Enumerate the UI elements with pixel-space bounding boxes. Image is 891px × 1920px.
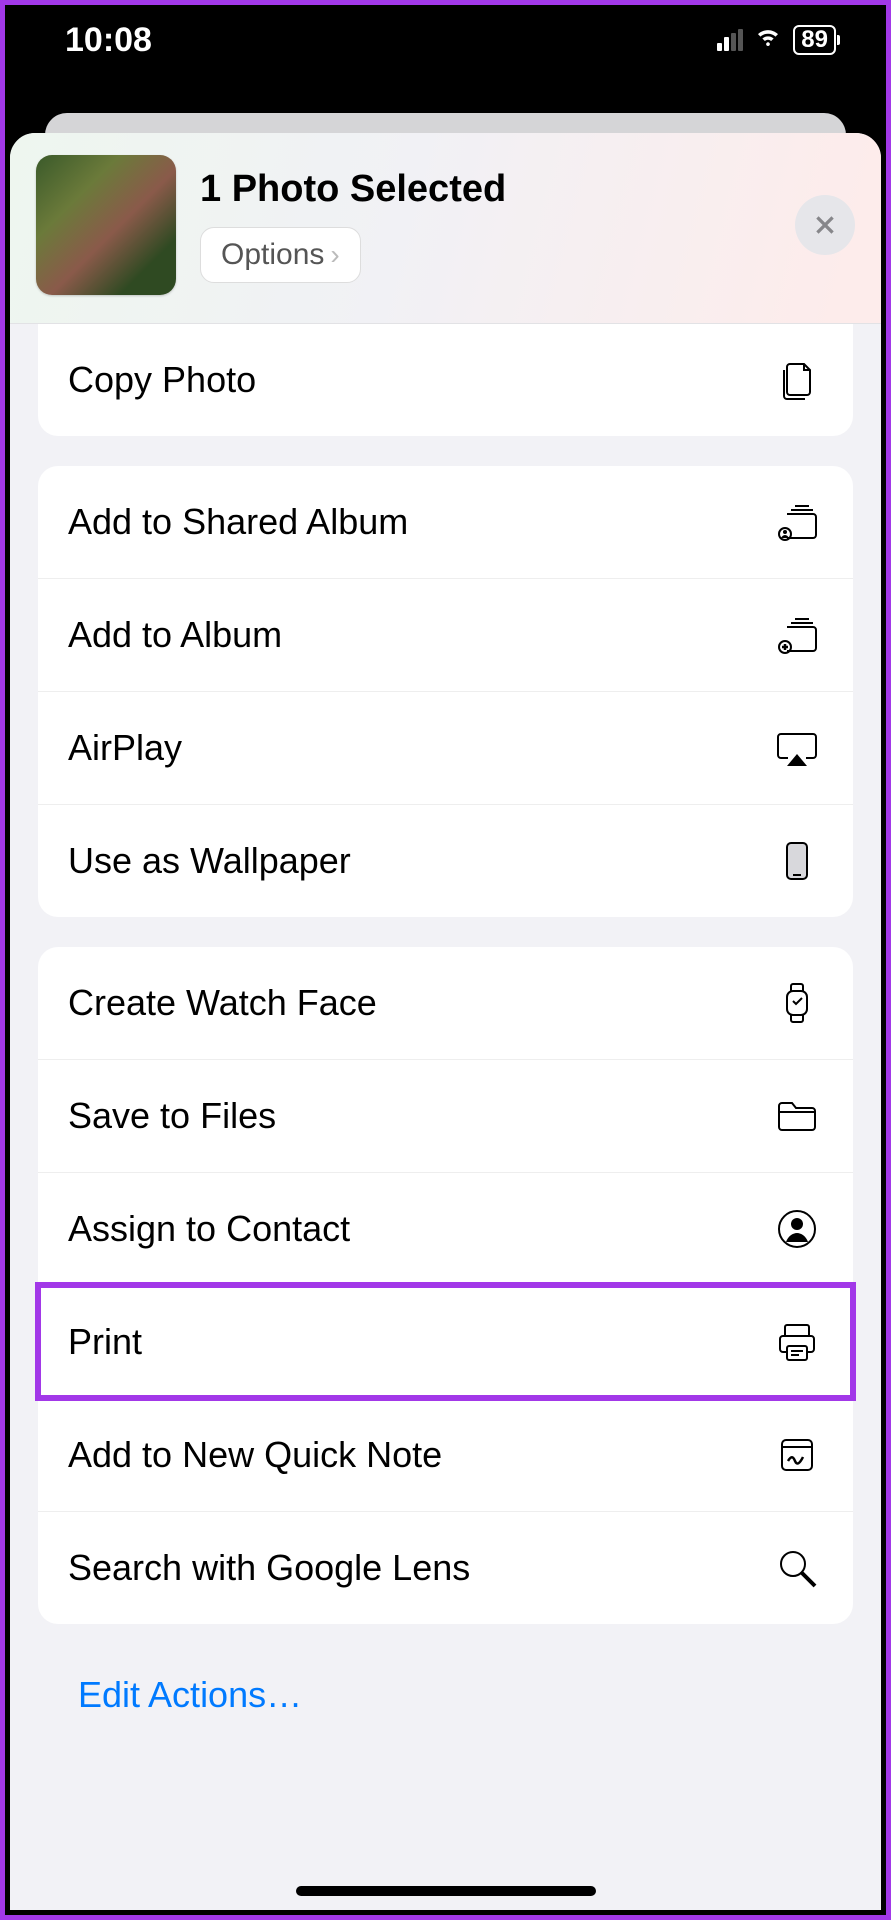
action-google-lens[interactable]: Search with Google Lens xyxy=(38,1511,853,1624)
shared-album-icon xyxy=(771,496,823,548)
action-group: Copy Photo xyxy=(38,324,853,436)
chevron-right-icon: › xyxy=(330,239,339,271)
action-label: Save to Files xyxy=(68,1095,276,1137)
watch-icon xyxy=(771,977,823,1029)
close-button[interactable] xyxy=(795,195,855,255)
search-icon xyxy=(771,1542,823,1594)
quicknote-icon xyxy=(771,1429,823,1481)
action-quick-note[interactable]: Add to New Quick Note xyxy=(38,1398,853,1511)
action-watch-face[interactable]: Create Watch Face xyxy=(38,947,853,1059)
home-indicator[interactable] xyxy=(296,1886,596,1896)
airplay-icon xyxy=(771,722,823,774)
action-label: Create Watch Face xyxy=(68,982,377,1024)
action-label: Add to New Quick Note xyxy=(68,1434,442,1476)
action-group: Create Watch Face Save to Files Assign t… xyxy=(38,947,853,1624)
action-add-shared-album[interactable]: Add to Shared Album xyxy=(38,466,853,578)
action-wallpaper[interactable]: Use as Wallpaper xyxy=(38,804,853,917)
action-label: Search with Google Lens xyxy=(68,1547,470,1589)
edit-actions-link[interactable]: Edit Actions… xyxy=(38,1654,853,1766)
status-bar: 10:08 89 xyxy=(5,5,886,75)
action-copy-photo[interactable]: Copy Photo xyxy=(38,324,853,436)
action-airplay[interactable]: AirPlay xyxy=(38,691,853,804)
action-label: Add to Shared Album xyxy=(68,501,408,543)
action-label: Add to Album xyxy=(68,614,282,656)
action-label: AirPlay xyxy=(68,727,182,769)
battery-indicator: 89 xyxy=(793,25,836,55)
share-sheet-body[interactable]: Copy Photo Add to Shared Album Add to Al… xyxy=(10,324,881,1910)
copy-doc-icon xyxy=(771,354,823,406)
share-sheet: 1 Photo Selected Options › Copy Photo Ad… xyxy=(10,133,881,1910)
cellular-signal-icon xyxy=(717,29,743,51)
action-group: Add to Shared Album Add to Album AirPlay… xyxy=(38,466,853,917)
action-label: Print xyxy=(68,1321,142,1363)
photo-thumbnail[interactable] xyxy=(36,155,176,295)
status-right: 89 xyxy=(717,21,836,60)
action-save-files[interactable]: Save to Files xyxy=(38,1059,853,1172)
close-icon xyxy=(812,212,838,238)
action-label: Assign to Contact xyxy=(68,1208,350,1250)
action-label: Copy Photo xyxy=(68,359,256,401)
options-button[interactable]: Options › xyxy=(200,227,361,283)
action-add-album[interactable]: Add to Album xyxy=(38,578,853,691)
phone-icon xyxy=(771,835,823,887)
wifi-icon xyxy=(753,21,783,60)
status-time: 10:08 xyxy=(65,21,152,60)
add-album-icon xyxy=(771,609,823,661)
printer-icon xyxy=(771,1316,823,1368)
share-sheet-header: 1 Photo Selected Options › xyxy=(10,133,881,324)
share-title: 1 Photo Selected xyxy=(200,168,771,211)
action-print[interactable]: Print xyxy=(38,1285,853,1398)
action-label: Use as Wallpaper xyxy=(68,840,351,882)
folder-icon xyxy=(771,1090,823,1142)
options-label: Options xyxy=(221,238,324,272)
action-assign-contact[interactable]: Assign to Contact xyxy=(38,1172,853,1285)
contact-icon xyxy=(771,1203,823,1255)
